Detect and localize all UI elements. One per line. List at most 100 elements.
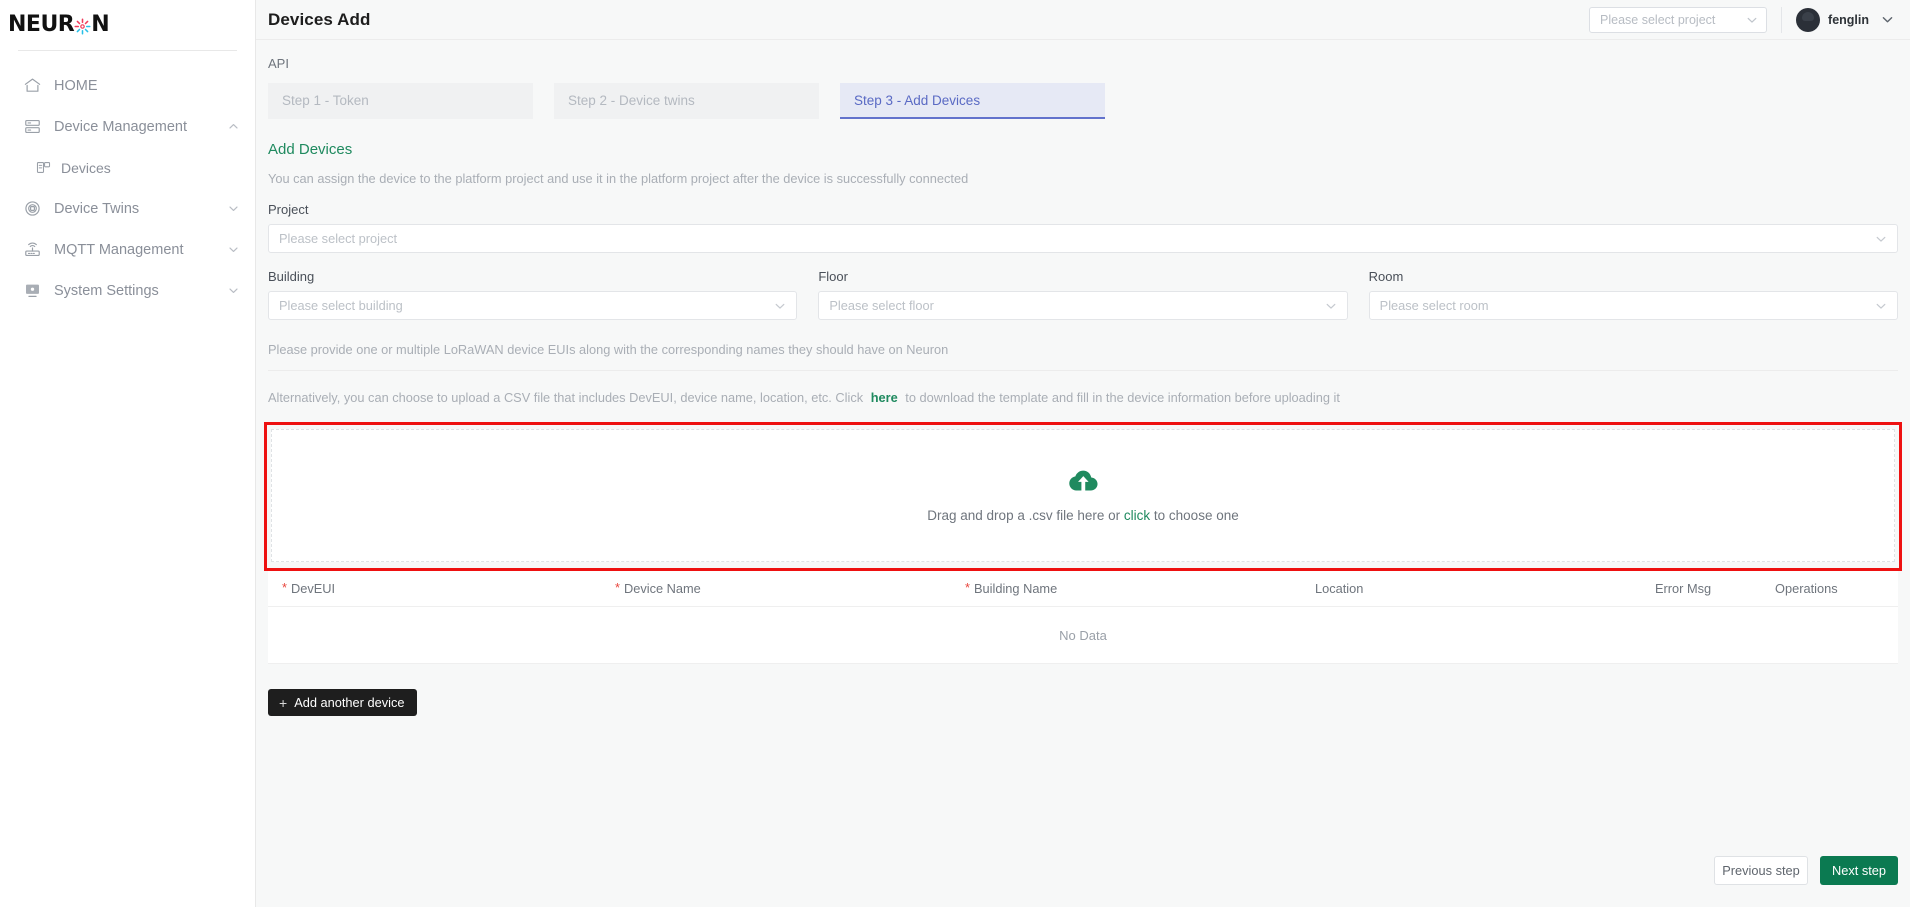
table-column-operations: Operations xyxy=(1775,581,1875,596)
table-column-label: Building Name xyxy=(973,581,1058,596)
chevron-down-icon xyxy=(1875,300,1887,312)
sidebar-item-devices[interactable]: Devices xyxy=(0,147,255,188)
sidebar-item-device-management[interactable]: Device Management xyxy=(0,106,255,147)
location-fields-row: Building Please select building Floor Pl… xyxy=(268,253,1898,320)
sidebar-item-system-settings[interactable]: System Settings xyxy=(0,270,255,311)
topbar-separator xyxy=(1781,6,1783,33)
chevron-down-icon xyxy=(1746,14,1758,26)
sidebar-item-mqtt-management[interactable]: MQTT Management xyxy=(0,229,255,270)
add-another-device-button[interactable]: + Add another device xyxy=(268,689,418,716)
router-icon xyxy=(22,240,43,260)
previous-step-label: Previous step xyxy=(1722,863,1800,878)
plus-icon: + xyxy=(279,694,288,711)
tab-label: Step 2 - Device twins xyxy=(568,92,695,108)
building-field-select[interactable]: Please select building xyxy=(268,291,798,320)
table-column-error-msg: Error Msg xyxy=(1655,581,1775,596)
sidebar-item-label: MQTT Management xyxy=(54,241,184,258)
building-field: Building Please select building xyxy=(268,253,798,320)
chevron-down-icon[interactable] xyxy=(227,285,239,297)
topbar-right: Please select project fenglin xyxy=(1589,0,1900,40)
sidebar-item-label: Devices xyxy=(61,159,111,176)
chevron-down-icon xyxy=(1325,300,1337,312)
floor-field-label: Floor xyxy=(818,269,848,284)
room-field-select[interactable]: Please select room xyxy=(1368,291,1898,320)
twins-icon xyxy=(22,199,43,219)
table-empty-state: No Data xyxy=(268,607,1898,664)
floor-field-select[interactable]: Please select floor xyxy=(818,291,1348,320)
sidebar-item-label: HOME xyxy=(54,77,98,94)
next-step-label: Next step xyxy=(1831,863,1887,878)
upload-highlight-box: Drag and drop a .csv file here or click … xyxy=(264,422,1902,571)
sidebar-item-label: Device Management xyxy=(54,118,187,135)
building-field-label: Building xyxy=(268,269,315,284)
previous-step-button[interactable]: Previous step xyxy=(1714,856,1808,885)
page-title: Devices Add xyxy=(268,9,371,29)
hint-lorawan-eui: Please provide one or multiple LoRaWAN d… xyxy=(268,320,1898,371)
server-icon xyxy=(22,117,43,137)
logo-o-mark-icon xyxy=(74,17,91,35)
chevron-up-icon[interactable] xyxy=(227,121,239,133)
floor-field-placeholder: Please select floor xyxy=(829,298,934,313)
logo-text-right: N xyxy=(91,12,110,37)
add-another-device-label: Add another device xyxy=(294,695,405,710)
chevron-down-icon xyxy=(774,300,786,312)
table-header-row: * DevEUI * Device Name * Building Name L… xyxy=(268,571,1898,607)
table-column-label: Device Name xyxy=(623,581,701,596)
chevron-down-icon[interactable] xyxy=(227,203,239,215)
required-marker-icon: * xyxy=(965,580,970,596)
csv-dropzone[interactable]: Drag and drop a .csv file here or click … xyxy=(271,429,1895,562)
table-column-location: Location xyxy=(1315,581,1655,596)
next-step-button[interactable]: Next step xyxy=(1820,856,1898,885)
steps-tabs: Step 1 - Token Step 2 - Device twins Ste… xyxy=(268,83,1898,119)
dropzone-text-after: to choose one xyxy=(1153,508,1239,523)
table-column-label: Location xyxy=(1315,581,1364,596)
project-select-placeholder: Please select project xyxy=(1600,12,1716,27)
tab-step-1-token[interactable]: Step 1 - Token xyxy=(268,83,533,119)
section-description: You can assign the device to the platfor… xyxy=(268,171,969,186)
home-icon xyxy=(22,76,43,96)
dropzone-text-before: Drag and drop a .csv file here or xyxy=(927,508,1121,523)
api-label: API xyxy=(268,56,289,71)
tab-label: Step 1 - Token xyxy=(282,92,369,108)
cloud-upload-icon xyxy=(1068,468,1099,494)
logo[interactable]: NEUR N xyxy=(0,0,255,50)
monitor-icon xyxy=(22,281,43,301)
chevron-down-icon[interactable] xyxy=(227,244,239,256)
sidebar-nav: HOME Device Management Devices Device Tw… xyxy=(0,51,255,311)
footer-actions: Previous step Next step xyxy=(1714,856,1898,885)
required-marker-icon: * xyxy=(615,580,620,596)
topbar: Devices Add Please select project fengli… xyxy=(256,0,1910,40)
tab-step-2-device-twins[interactable]: Step 2 - Device twins xyxy=(554,83,819,119)
section-title: Add Devices xyxy=(268,141,353,158)
chevron-down-icon xyxy=(1875,233,1887,245)
project-field-label: Project xyxy=(268,202,309,217)
devices-icon xyxy=(34,158,52,178)
sidebar: NEUR N HOME Device Management Devices De… xyxy=(0,0,256,907)
table-column-deveui: * DevEUI xyxy=(270,581,615,596)
devices-table: * DevEUI * Device Name * Building Name L… xyxy=(268,571,1898,664)
sidebar-item-device-twins[interactable]: Device Twins xyxy=(0,188,255,229)
csv-template-link[interactable]: here xyxy=(871,390,898,405)
user-menu[interactable]: fenglin xyxy=(1796,7,1900,32)
logo-text-left: NEUR xyxy=(8,12,75,37)
sidebar-item-label: Device Twins xyxy=(54,200,140,217)
room-field-label: Room xyxy=(1368,269,1404,284)
tab-label: Step 3 - Add Devices xyxy=(854,92,981,108)
project-select[interactable]: Please select project xyxy=(1589,6,1768,33)
hint-csv-template: Alternatively, you can choose to upload … xyxy=(268,371,1898,422)
required-marker-icon: * xyxy=(282,580,287,596)
table-column-label: Operations xyxy=(1775,581,1838,596)
hint-csv-before: Alternatively, you can choose to upload … xyxy=(268,390,864,405)
tab-step-3-add-devices[interactable]: Step 3 - Add Devices xyxy=(840,83,1105,119)
floor-field: Floor Please select floor xyxy=(818,253,1348,320)
dropzone-click-link[interactable]: click xyxy=(1124,508,1150,523)
project-field-select[interactable]: Please select project xyxy=(268,224,1898,253)
sidebar-item-home[interactable]: HOME xyxy=(0,65,255,106)
avatar xyxy=(1796,7,1821,32)
chevron-down-icon xyxy=(1881,13,1894,26)
room-field-placeholder: Please select room xyxy=(1379,298,1489,313)
sidebar-item-label: System Settings xyxy=(54,282,159,299)
main-area: Devices Add Please select project fengli… xyxy=(256,0,1910,907)
hint-csv-after: to download the template and fill in the… xyxy=(905,390,1340,405)
table-column-label: DevEUI xyxy=(290,581,336,596)
